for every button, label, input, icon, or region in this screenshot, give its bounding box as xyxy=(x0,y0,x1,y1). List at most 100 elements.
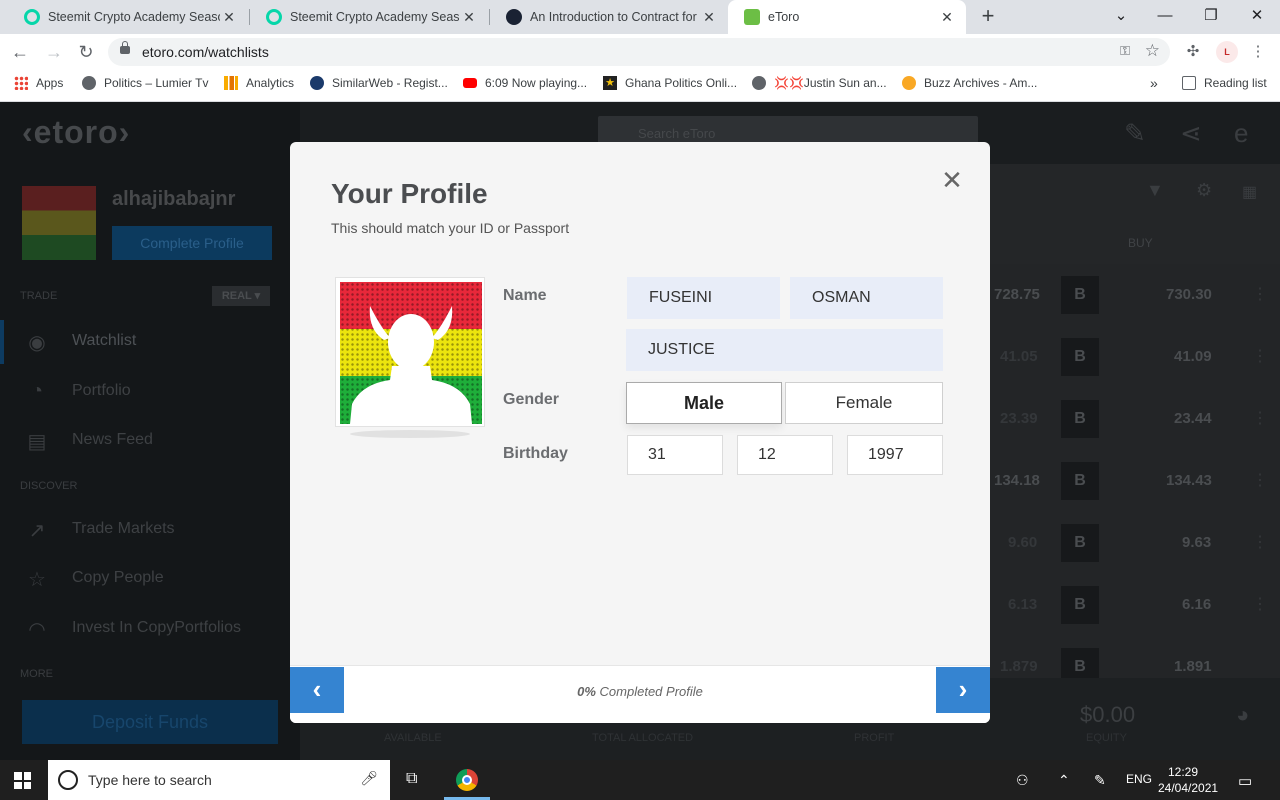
browser-tab[interactable]: Steemit Crypto Academy Season ✕ xyxy=(250,0,488,34)
buy-button[interactable]: B xyxy=(1061,586,1099,624)
tab-close-icon[interactable]: ✕ xyxy=(938,9,956,26)
close-icon[interactable]: ✕ xyxy=(936,164,968,196)
sidebar-item-copy-people[interactable]: ☆ Copy People xyxy=(22,567,164,591)
browser-tab-bar: Steemit Crypto Academy Season ✕ Steemit … xyxy=(0,0,1280,34)
new-tab-button[interactable]: + xyxy=(976,5,1000,29)
browser-tab-active[interactable]: eToro ✕ xyxy=(728,0,966,34)
pie-chart-icon[interactable]: ◕ xyxy=(1236,702,1249,728)
buy-button[interactable]: B xyxy=(1061,400,1099,438)
sidebar-item-copyportfolios[interactable]: ◠ Invest In CopyPortfolios xyxy=(22,617,241,641)
bookmark-label: Analytics xyxy=(246,76,295,90)
key-icon[interactable]: ⚿ xyxy=(1120,43,1130,59)
tab-close-icon[interactable]: ✕ xyxy=(700,9,718,26)
youtube-icon xyxy=(463,78,477,88)
taskbar-search-box[interactable]: Type here to search 🎤︎ xyxy=(48,760,390,800)
filter-icon[interactable]: ▼ xyxy=(1146,180,1164,201)
url-text[interactable]: etoro.com/watchlists xyxy=(142,44,269,60)
etoro-logo: ‹etoro› xyxy=(22,114,131,150)
row-menu-icon[interactable]: ⋮ xyxy=(1252,594,1268,614)
sidebar-item-label: News Feed xyxy=(72,431,153,448)
sidebar-item-trade-markets[interactable]: ↗ Trade Markets xyxy=(22,518,175,542)
bookmark-item[interactable]: Analytics xyxy=(224,76,294,90)
tab-close-icon[interactable]: ✕ xyxy=(220,9,238,26)
bookmark-label: SimilarWeb - Regist... xyxy=(332,76,448,90)
reading-list-label: Reading list xyxy=(1204,76,1267,90)
row-menu-icon[interactable]: ⋮ xyxy=(1252,532,1268,552)
minimize-button[interactable]: — xyxy=(1142,0,1188,34)
show-hidden-icons-icon[interactable]: ⌃ xyxy=(1058,772,1070,789)
language-indicator[interactable]: ENG xyxy=(1126,772,1152,786)
buy-column-header: BUY xyxy=(1128,236,1153,250)
deposit-funds-button[interactable]: Deposit Funds xyxy=(22,700,278,744)
steemit-favicon-icon xyxy=(24,9,40,25)
more-bookmarks-button[interactable]: » xyxy=(1150,75,1158,91)
birth-year-field[interactable]: 1997 xyxy=(847,435,943,475)
edit-icon[interactable]: ✎ xyxy=(1124,118,1146,149)
tab-search-icon[interactable]: ⌄ xyxy=(1098,0,1144,34)
bookmark-item[interactable]: 💢💢Justin Sun an... xyxy=(752,76,887,90)
settings-gear-icon[interactable]: ⚙ xyxy=(1196,180,1212,201)
first-name-field[interactable]: FUSEINI xyxy=(627,277,780,319)
row-menu-icon[interactable]: ⋮ xyxy=(1252,470,1268,490)
profile-photo[interactable] xyxy=(335,277,485,427)
bookmark-apps[interactable]: Apps xyxy=(14,76,63,90)
user-avatar[interactable] xyxy=(22,186,96,260)
share-icon[interactable]: ⋖ xyxy=(1180,118,1202,149)
clock-time: 12:29 xyxy=(1167,765,1199,779)
extensions-icon[interactable]: ✣ xyxy=(1183,42,1203,62)
menu-icon[interactable]: ⋮ xyxy=(1248,42,1268,62)
birth-month-field[interactable]: 12 xyxy=(737,435,833,475)
people-icon[interactable]: ⚇ xyxy=(1016,772,1029,789)
sidebar-item-portfolio[interactable]: ◔ Portfolio xyxy=(22,380,131,402)
address-bar[interactable]: etoro.com/watchlists ⚿ ☆ xyxy=(108,38,1170,66)
sell-price: 728.75 xyxy=(994,286,1040,303)
progress-label: Completed Profile xyxy=(599,684,703,699)
birth-day-field[interactable]: 31 xyxy=(627,435,723,475)
sidebar-item-label: Portfolio xyxy=(72,382,131,399)
browser-tab[interactable]: An Introduction to Contract for D ✕ xyxy=(490,0,728,34)
close-window-button[interactable]: ✕ xyxy=(1234,0,1280,34)
buy-price: 23.44 xyxy=(1174,410,1212,427)
grid-view-icon[interactable]: ▦ xyxy=(1242,182,1257,202)
account-mode-badge[interactable]: REAL ▾ xyxy=(212,286,270,306)
buy-button[interactable]: B xyxy=(1061,338,1099,376)
windows-start-icon[interactable] xyxy=(14,772,31,789)
bookmark-item[interactable]: ★ Ghana Politics Onli... xyxy=(603,76,737,90)
bookmark-item[interactable]: Buzz Archives - Am... xyxy=(902,76,1037,90)
tab-close-icon[interactable]: ✕ xyxy=(460,9,478,26)
name-label: Name xyxy=(503,287,547,304)
pen-icon[interactable]: ✎ xyxy=(1094,772,1106,789)
bookmark-item[interactable]: SimilarWeb - Regist... xyxy=(310,76,448,90)
bookmark-item[interactable]: 6:09 Now playing... xyxy=(463,76,587,90)
middle-name-field[interactable]: JUSTICE xyxy=(626,329,943,371)
buy-button[interactable]: B xyxy=(1061,276,1099,314)
sidebar-item-news-feed[interactable]: ▤ News Feed xyxy=(22,429,153,453)
bookmark-star-icon[interactable]: ☆ xyxy=(1145,41,1160,61)
chrome-icon[interactable] xyxy=(456,769,478,791)
row-menu-icon[interactable]: ⋮ xyxy=(1252,346,1268,366)
browser-tab[interactable]: Steemit Crypto Academy Season ✕ xyxy=(8,0,248,34)
notifications-icon[interactable]: ▭ xyxy=(1238,772,1252,790)
reading-list-button[interactable]: Reading list xyxy=(1182,76,1267,90)
back-button[interactable]: ← xyxy=(8,40,32,64)
system-clock[interactable]: 12:29 24/04/2021 xyxy=(1158,764,1218,796)
microphone-icon[interactable]: 🎤︎ xyxy=(360,770,378,787)
sidebar-item-watchlist[interactable]: ◉ Watchlist xyxy=(22,330,136,354)
etoro-e-icon[interactable]: e xyxy=(1234,118,1248,149)
row-menu-icon[interactable]: ⋮ xyxy=(1252,408,1268,428)
restore-button[interactable]: ❐ xyxy=(1188,0,1234,34)
photo-shadow xyxy=(350,430,470,438)
complete-profile-button[interactable]: Complete Profile xyxy=(112,226,272,260)
buy-button[interactable]: B xyxy=(1061,462,1099,500)
profile-avatar[interactable]: L xyxy=(1216,41,1238,63)
bookmark-item[interactable]: Politics – Lumier Tv xyxy=(82,76,208,90)
task-view-icon[interactable]: ⧉ xyxy=(406,770,417,788)
next-button[interactable]: › xyxy=(936,667,990,713)
gender-female-button[interactable]: Female xyxy=(785,382,943,424)
forward-button[interactable]: → xyxy=(42,40,66,64)
buy-button[interactable]: B xyxy=(1061,524,1099,562)
gender-male-button[interactable]: Male xyxy=(626,382,782,424)
reload-button[interactable]: ↻ xyxy=(74,40,98,64)
row-menu-icon[interactable]: ⋮ xyxy=(1252,284,1268,304)
last-name-field[interactable]: OSMAN xyxy=(790,277,943,319)
